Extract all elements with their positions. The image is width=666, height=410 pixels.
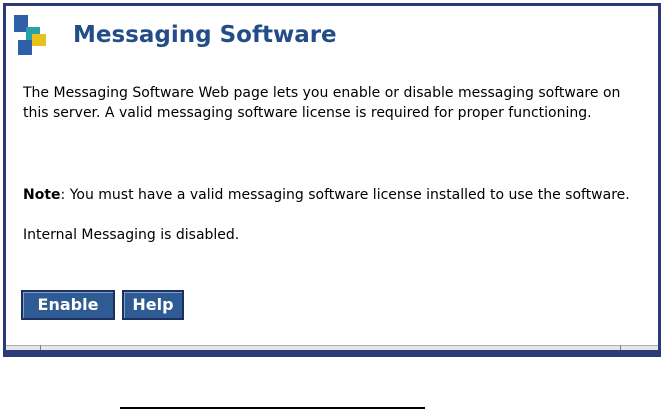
license-note: Note: You must have a valid messaging so…	[23, 185, 639, 205]
messaging-status: Internal Messaging is disabled.	[23, 227, 240, 243]
horizontal-scrollbar[interactable]	[6, 345, 658, 350]
scrollbar-right-edge	[620, 345, 621, 350]
product-logo-icon	[14, 15, 46, 55]
page-description: The Messaging Software Web page lets you…	[23, 85, 621, 121]
enable-button[interactable]: Enable	[21, 290, 115, 320]
footnote-separator	[120, 407, 425, 409]
page-title: Messaging Software	[73, 22, 337, 48]
scrollbar-left-edge	[40, 345, 41, 350]
help-button[interactable]: Help	[122, 290, 184, 320]
content-window: Messaging Software The Messaging Softwar…	[3, 3, 661, 357]
page-header: Messaging Software	[14, 15, 614, 55]
note-label: Note	[23, 187, 61, 203]
note-text: : You must have a valid messaging softwa…	[60, 187, 630, 203]
